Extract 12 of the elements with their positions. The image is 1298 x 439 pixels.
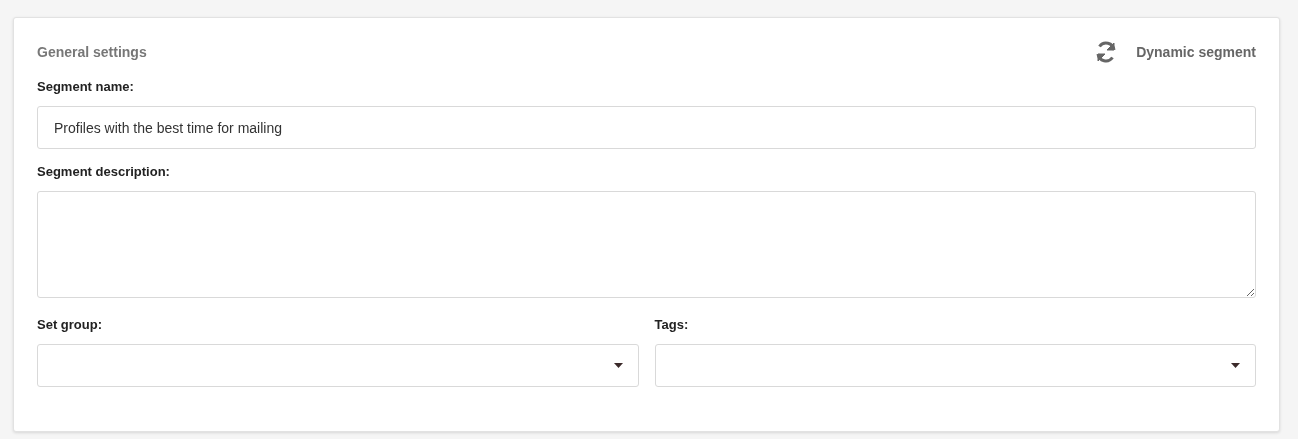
caret-icon: [1231, 363, 1240, 368]
section-title: General settings: [37, 42, 147, 62]
field-label: Set group:: [37, 316, 103, 333]
caret-icon: [613, 363, 623, 368]
input-field[interactable]: Profiles with the best time for mailing: [37, 106, 1256, 149]
field-label: Segment name:: [37, 78, 135, 95]
description-field[interactable]: [37, 191, 1256, 298]
field-label: Tags:: [654, 316, 690, 333]
mode-label: Dynamic segment: [1136, 42, 1256, 62]
field-label: Segment description:: [37, 163, 171, 180]
dropdown-field[interactable]: [37, 344, 639, 387]
dropdown-field[interactable]: [654, 344, 1256, 387]
